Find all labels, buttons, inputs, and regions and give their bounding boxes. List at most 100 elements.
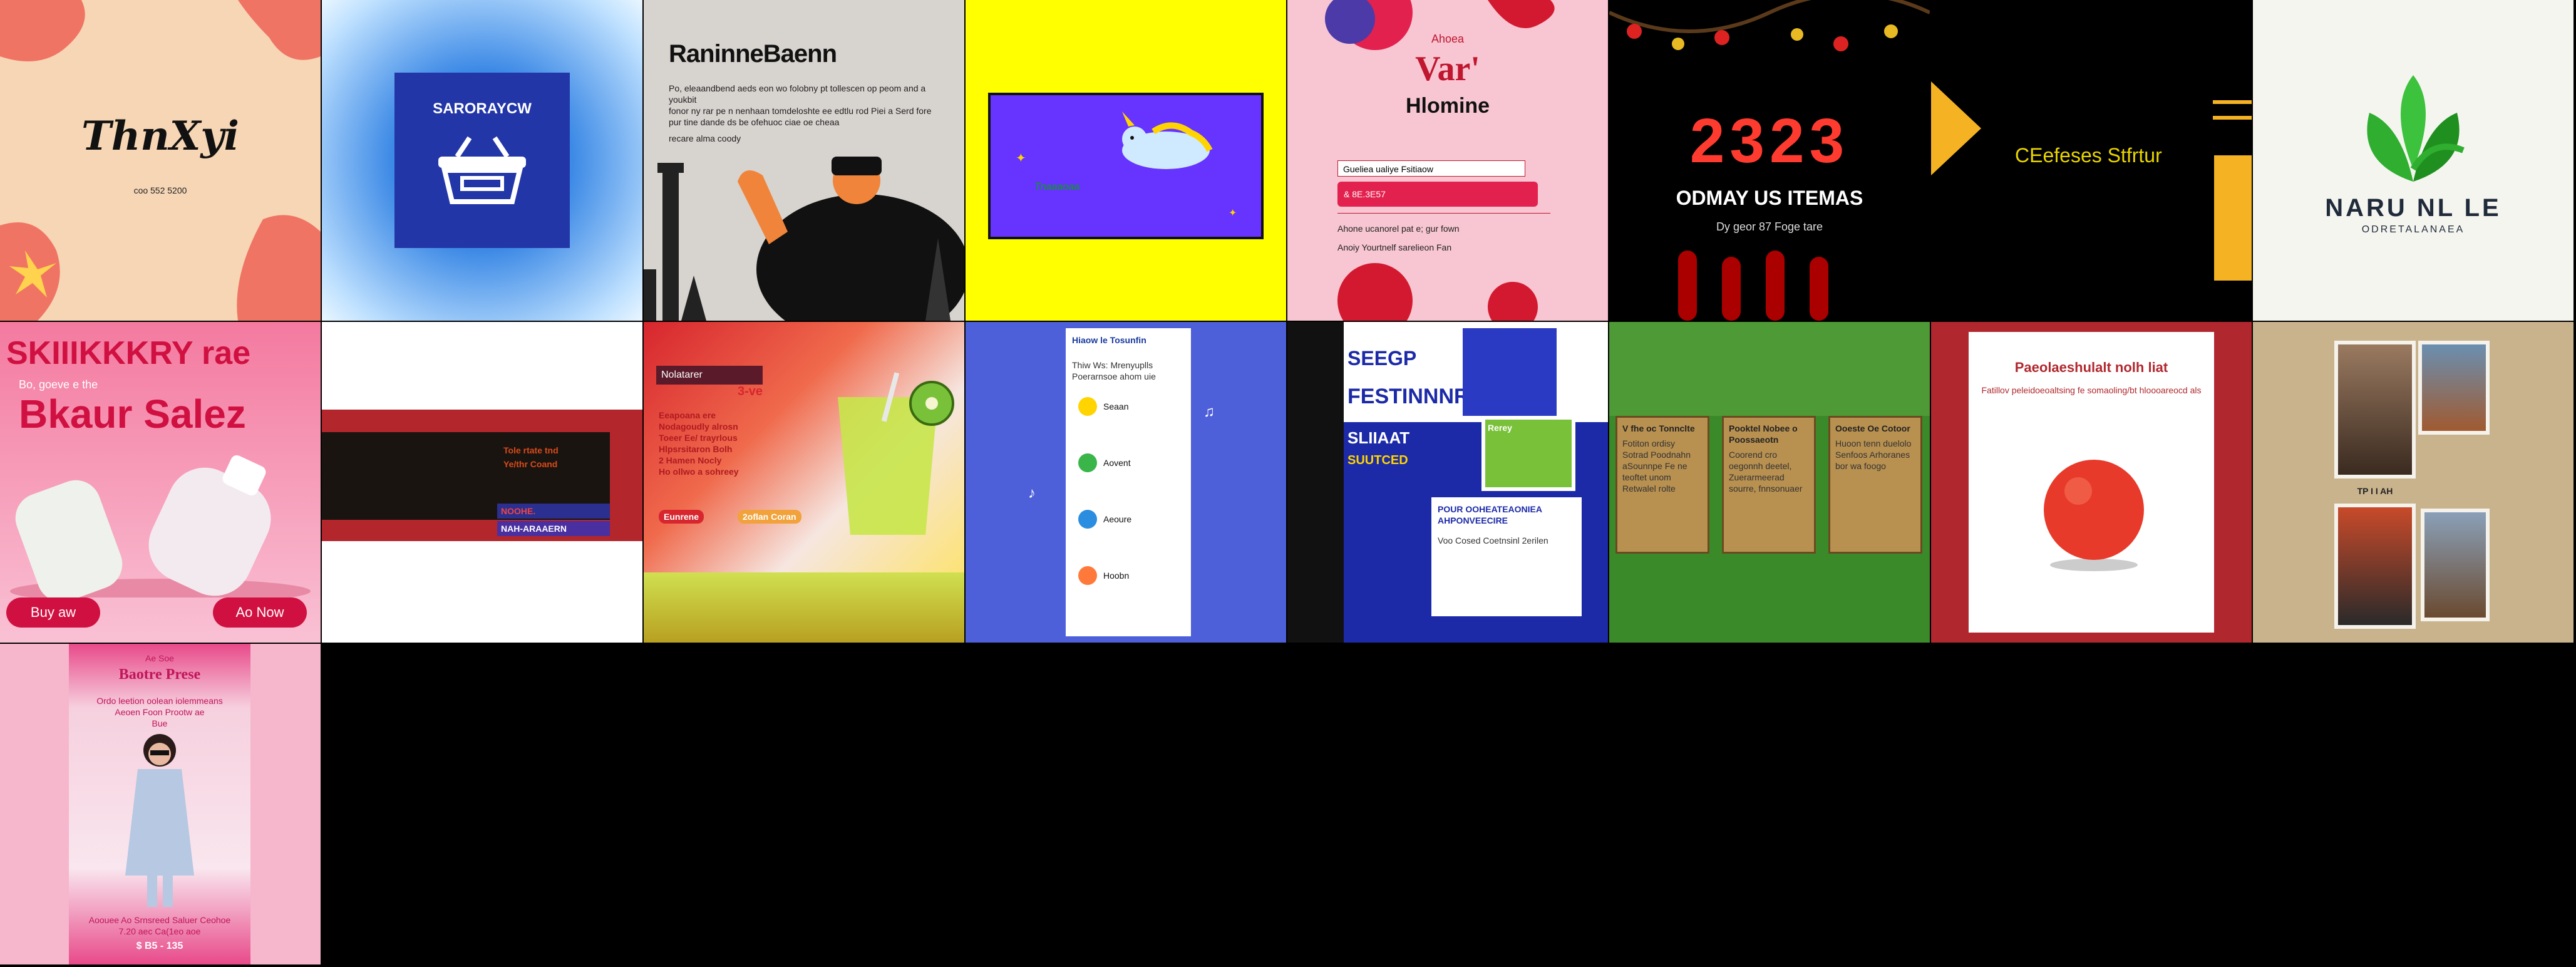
banner-text: CEefeses Stfrtur [2015,144,2162,167]
info-line: Anoiy Yourtnelf sarelieon Fan [1337,242,1452,252]
bullet-dot [1078,510,1097,529]
headline: Var' [1415,49,1480,88]
badge: Nolatarer [656,366,763,385]
bullet-label: Seaan [1103,401,1129,411]
tile-unicorn-banner[interactable]: Tnaaaoaa ✦ ✦ [966,0,1286,321]
bottle-icon [10,455,311,597]
flyer-title: FESTINNNR [1347,385,1470,408]
list-item: 2 Hamen Nocly [659,455,722,465]
brand-subtitle: ODRETALANAEA [2361,224,2465,235]
price-text: 3-ve [738,385,763,398]
buy-now-button[interactable]: Ao Now [213,597,307,628]
body-line: fonor ny rar pe n nenhaan tomdeloshte ee… [669,106,932,116]
bullet-label: Aovent [1103,458,1131,468]
promo-list: Eeapoana ere Nodagoudly alrosn Toeer Ee/… [659,410,784,477]
tile-smoothie-promo[interactable]: Nolatarer 3-ve Eeapoana ere Nodagoudly a… [644,322,964,643]
parchment-card: V fhe oc Tonnclte Fotiton ordisy Sotrad … [1615,416,1709,554]
tag: Eunrene [659,510,704,524]
panel-caption: Tnaaaoaa [1034,182,1080,192]
subline: Dy geor 87 Foge tare [1716,220,1823,233]
poster-subtitle: Fatillov peleidoeoaltsing fe somaoling/b… [1981,385,2202,395]
photo-frame [2418,341,2490,435]
flyer-title: Baotre Prese [118,666,201,683]
tile-parchment-cards[interactable]: V fhe oc Tonnclte Fotiton ordisy Sotrad … [1609,322,1930,643]
price-tag: $ B5 - 135 [136,941,183,951]
card-body: Huoon tenn duelolo Senfoos Arhoranes bor… [1835,438,1912,471]
tile-ramadan-poster[interactable]: RaninneBaenn Po, eleaandbend aeds eon wo… [644,0,964,321]
tag: 2oflan Coran [738,510,801,524]
card-title: V fhe oc Tonnclte [1622,423,1695,433]
card-body: Fotiton ordisy Sotrad Poodnahn aSounnpe … [1622,438,1691,494]
body-footer: recare alma coody [669,133,741,143]
tile-blue-infographic[interactable]: Hiaow le Tosunfin Thiw Ws: Mrenyuplls Po… [966,322,1286,643]
photo-frame [2334,341,2416,478]
tile-skincare-sale[interactable]: SKIIIKKKRY rae Bo, goeve e the Bkaur Sal… [0,322,321,643]
flyer-line: Aeoen Foon Prootw ae [115,707,205,717]
fruit-ground [644,572,964,643]
kicker-text: Ahoea [1431,33,1465,45]
year-number: 2323 [1689,106,1850,176]
divider [1337,213,1550,214]
card-body: Coorend cro oegonnh deetel, Zuerarmeerad… [1729,450,1803,494]
inset-label: Rerey [1488,423,1512,433]
red-ball-icon [2044,460,2144,571]
tile-black-banner[interactable]: CEefeses Stfrtur [1931,0,2252,321]
tile-red-banner[interactable]: Tole rtate tnd Ye/thr Coand NOOHE. NAH-A… [322,322,642,643]
tile-photo-collage[interactable]: TP I I AH [2253,322,2573,643]
banner-line: Tole rtate tnd [503,445,559,455]
sale-tag: Bo, goeve e the [19,378,98,391]
photo-frame [2334,504,2416,629]
card-title: ThnXyi [81,113,239,160]
tile-festival-flyer[interactable]: SEEGP FESTINNNR SLIIAAT SUUTCED Rerey PO… [1287,322,1608,643]
people-photo [1463,328,1557,416]
tile-fashion-flyer[interactable]: Ae Soe Baotre Prese Ordo leetion oolean … [0,644,321,964]
list-item: Hlpsrsitaron Bolh [659,444,733,454]
tile-red-ball-poster[interactable]: Paeolaeshulalt nolh liat Fatillov peleid… [1931,322,2252,643]
bullet-dot [1078,397,1097,416]
submit-button[interactable]: & 8E.3E57 [1337,182,1538,207]
photo-frame [2421,509,2490,621]
unicorn-icon [1122,111,1213,169]
flyer-title: SLIIAAT [1347,428,1410,447]
card-title: Pooktel Nobee o Poossaeotn [1729,423,1798,445]
list-item: Eeapoana ere [659,410,716,420]
tile-basket-watercolor[interactable]: SARORAYCW [322,0,642,321]
flyer-kicker: Ae Soe [145,653,174,663]
parchment-card: Pooktel Nobee o Poossaeotn Coorend cro o… [1722,416,1816,554]
tile-thank-you-card[interactable]: ThnXyi coo 552 5200 [0,0,321,321]
star-icon: ✦ [1229,208,1237,219]
form-field[interactable]: Gueliea ualiye Fsitiaow [1337,160,1525,177]
tile-valentine-form[interactable]: Ahoea Var' Hlomine Gueliea ualiye Fsitia… [1287,0,1608,321]
card-title: Ooeste Oe Cotoor [1835,423,1910,433]
music-note-icon: ♪ [1028,485,1036,502]
basket-icon [438,136,526,204]
body-line: Po, eleaandbend aeds eon wo folobny pt t… [669,83,926,105]
flyer-title: SUUTCED [1347,453,1408,467]
body-line: pur tine dande ds be ofehuoc ciae oe che… [669,117,840,127]
star-icon: ✦ [1016,152,1026,165]
flyer-line: Ordo leetion oolean iolemmeans [96,696,223,706]
sale-title: SKIIIKKKRY rae [6,335,251,371]
top-band [1609,322,1930,416]
leaf-icon [2367,75,2465,182]
sheet-subtitle: Thiw Ws: Mrenyuplls Poerarnsoe ahom uie [1072,360,1156,381]
flyer-title: SEEGP [1347,347,1417,370]
banner-bar: NAH-ARAAERN [497,521,610,536]
poster-body: Po, eleaandbend aeds eon wo folobny pt t… [669,83,944,144]
lighthouse-icon [644,157,964,321]
model-figure-icon [125,734,194,907]
card-subtitle: coo 552 5200 [133,185,187,195]
panel-title: SARORAYCW [433,100,532,117]
buy-now-button[interactable]: Buy aw [6,597,100,628]
tile-holiday-deals[interactable]: 2323 ODMAY US ITEMAS Dy geor 87 Foge tar… [1609,0,1930,321]
flyer-footer: 7.20 aec Ca(1eo aoe [118,926,201,936]
sheet-title: Hiaow le Tosunfin [1072,335,1146,345]
title: Hlomine [1405,94,1490,118]
info-title: POUR OOHEATEAONIEA AHPONVEECIRE [1438,504,1542,525]
bullet-dot [1078,566,1097,585]
image-grid: ThnXyi coo 552 5200 SARORAYCW RaninneBae… [0,0,2576,967]
bullet-label: Hoobn [1103,571,1130,581]
tile-leaf-logo[interactable]: NARU NL LE ODRETALANAEA [2253,0,2573,321]
collage-label: TP I I AH [2357,486,2393,496]
banner-bar: NOOHE. [497,504,610,519]
